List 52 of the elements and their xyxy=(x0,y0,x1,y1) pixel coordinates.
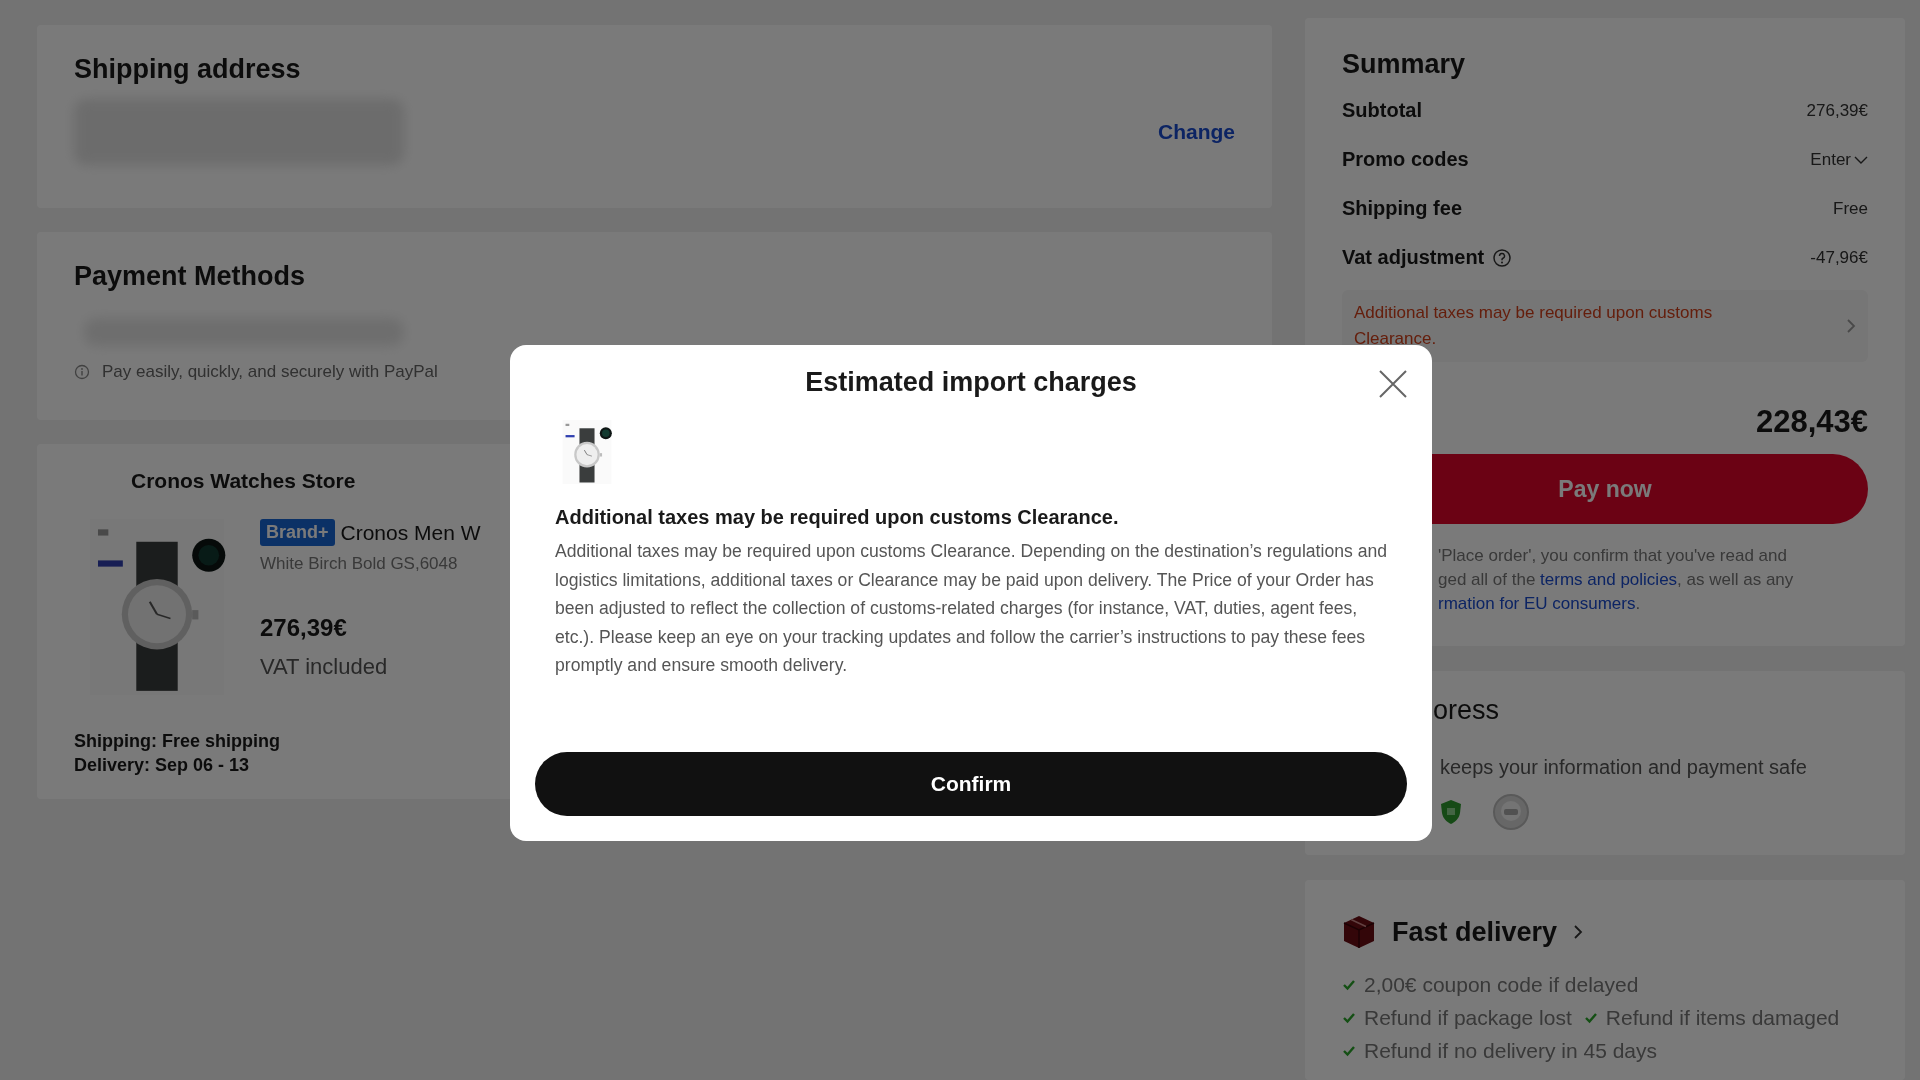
customs-notice[interactable]: Additional taxes may be required upon customs Clearance. xyxy=(1342,290,1868,363)
disclaimer-text: ged all of the terms and policies, as well as any xyxy=(1438,569,1795,592)
disclaimer-text: rmation for EU consumers. xyxy=(1438,593,1642,616)
chevron-right-icon xyxy=(1573,924,1584,941)
security-text: keeps your information and payment safe xyxy=(1440,756,1808,780)
perk-text: Refund if package lost xyxy=(1364,1005,1572,1032)
section-title: Payment Methods xyxy=(74,260,307,293)
store-name: Cronos Watches Store xyxy=(131,468,357,494)
delivery-info: Delivery: Sep 06 - 13 xyxy=(74,754,251,778)
summary-label: Promo codes xyxy=(1342,148,1469,172)
section-title: oress xyxy=(1433,695,1501,727)
policy-link[interactable]: rmation for EU consumers xyxy=(1438,594,1636,614)
product-price: 276,39€ xyxy=(260,614,348,643)
check-icon xyxy=(1342,1045,1356,1058)
brand-badge: Brand+ xyxy=(260,519,335,547)
summary-value: -47,96€ xyxy=(1810,247,1868,268)
perk-text: Refund if items damaged xyxy=(1605,1005,1840,1032)
fast-delivery-title[interactable]: Fast delivery xyxy=(1392,916,1558,949)
product-title[interactable]: Cronos Men W xyxy=(340,520,481,545)
dialog-heading: Additional taxes may be required upon customs Clearance. xyxy=(555,506,1120,529)
perk-text: 2,00€ coupon code if delayed xyxy=(1364,972,1639,999)
shield-icon xyxy=(1440,799,1462,826)
check-icon xyxy=(1342,1012,1356,1025)
vat-note: VAT included xyxy=(260,654,389,681)
chevron-down-icon xyxy=(1854,154,1868,165)
check-icon xyxy=(1342,979,1356,992)
chevron-right-icon xyxy=(1846,318,1856,335)
summary-label: Vat adjustment xyxy=(1342,246,1485,270)
summary-title: Summary xyxy=(1342,48,1467,81)
info-icon xyxy=(74,364,90,381)
promo-code-dropdown[interactable]: Enter xyxy=(1810,149,1868,170)
perk-text: Refund if no delivery in 45 days xyxy=(1364,1038,1657,1065)
summary-value: Free xyxy=(1833,198,1868,219)
shipping-info: Shipping: Free shipping xyxy=(74,730,281,754)
payment-note: Pay easily, quickly, and securely with PayPal xyxy=(102,362,438,383)
summary-label: Shipping fee xyxy=(1342,197,1462,221)
seal-icon xyxy=(1492,793,1530,832)
policy-link[interactable]: terms and policies xyxy=(1540,570,1678,590)
order-total: 228,43€ xyxy=(1754,404,1868,441)
disclaimer-text: 'Place order', you confirm that you've read and xyxy=(1438,545,1788,568)
check-icon xyxy=(1583,1012,1598,1025)
box-icon xyxy=(1342,914,1376,951)
change-link[interactable]: Change xyxy=(1158,120,1235,145)
section-title: Shipping address xyxy=(74,53,302,86)
customs-notice-text: Additional taxes may be required upon customs Clearance. xyxy=(1354,302,1714,351)
summary-label: Subtotal xyxy=(1342,99,1422,123)
product-variant: White Birch Bold GS,6048 xyxy=(260,554,459,575)
dialog-body-text: Additional taxes may be required upon customs Clearance. Depending on the destination’s regulations and logistics limitations, additional taxes or Clearance may be paid upon delivery. The Price of your Order has been adjusted to reflect the collection of customs-related charges (for instance, VAT, duties, agent fees, etc.). Please keep an eye on your tracking updates and follow the carrier’s instructions to pay these fees promptly and ensure smooth delivery. xyxy=(555,540,1387,677)
summary-value: 276,39€ xyxy=(1806,100,1868,121)
help-icon[interactable] xyxy=(1492,247,1513,268)
dialog-title: Estimated import charges xyxy=(805,367,1137,398)
confirm-button[interactable]: Confirm xyxy=(535,752,1407,816)
